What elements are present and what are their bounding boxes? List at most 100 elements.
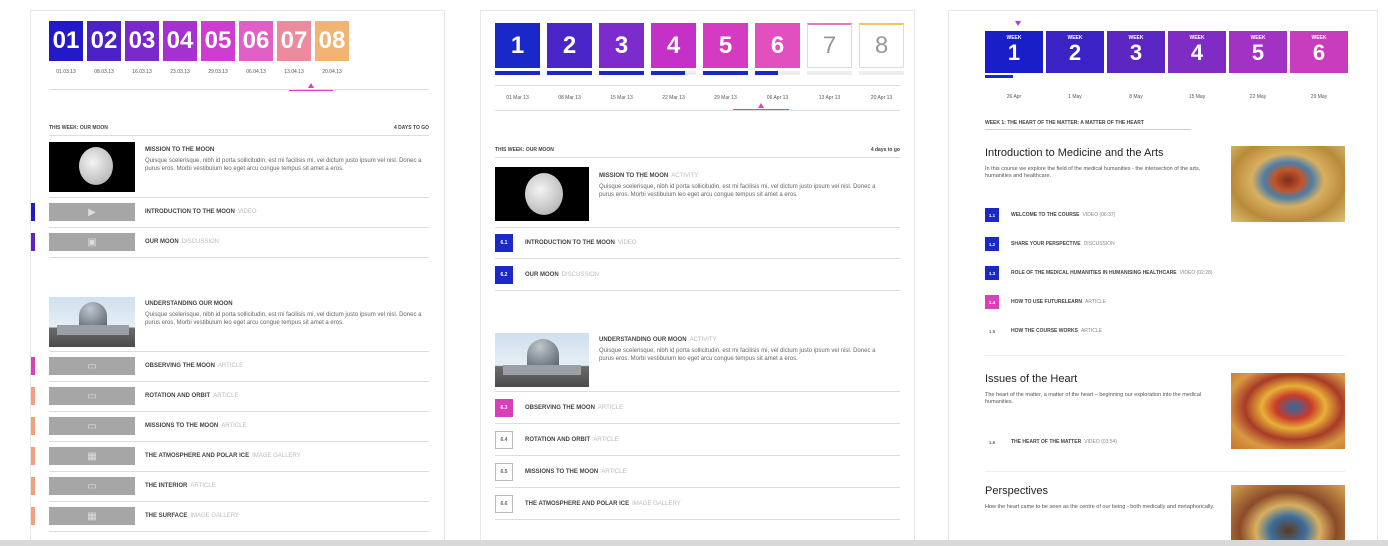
week-date: 26 Apr	[1006, 94, 1022, 100]
lesson-row[interactable]: 6.4 ROTATION AND ORBIT ARTICLE	[495, 431, 900, 449]
lesson-label[interactable]: OBSERVING THE MOON ARTICLE	[525, 405, 623, 411]
lesson-title: MISSIONS TO THE MOON	[525, 469, 599, 475]
lesson-label[interactable]: ROTATION AND ORBIT ARTICLE	[145, 393, 238, 399]
lesson-row[interactable]: 1.2 SHARE YOUR PERSPECTIVE DISCUSSION	[985, 237, 1315, 251]
divider	[49, 257, 429, 258]
lesson-label[interactable]: MISSIONS TO THE MOON ARTICLE	[525, 469, 626, 475]
lesson-row[interactable]: 1.4 HOW TO USE FUTURELEARN ARTICLE	[985, 295, 1315, 309]
lesson-label[interactable]: ROTATION AND ORBIT ARTICLE	[525, 437, 618, 443]
lesson-row[interactable]: ▦ THE ATMOSPHERE AND POLAR ICE IMAGE GALLE…	[31, 447, 444, 465]
lesson-label[interactable]: THE HEART OF THE MATTER VIDEO (03:54)	[1011, 439, 1117, 445]
lesson-type: IMAGE GALLERY	[252, 453, 301, 459]
divider	[495, 85, 900, 86]
section-title[interactable]: Introduction to Medicine and the Arts	[985, 147, 1164, 159]
lesson-label[interactable]: WELCOME TO THE COURSE VIDEO (06:37)	[1011, 212, 1115, 218]
lesson-label[interactable]: HOW THE COURSE WORKS ARTICLE	[1011, 328, 1102, 334]
moon-thumbnail[interactable]	[49, 142, 135, 192]
step-number-badge: 1.1	[985, 208, 999, 222]
week-tab[interactable]: WEEK 3	[1107, 31, 1165, 73]
activity-title[interactable]: UNDERSTANDING OUR MOON	[145, 301, 233, 307]
lesson-row[interactable]: ▶ INTRODUCTION TO THE MOON VIDEO	[31, 203, 444, 221]
status-indicator	[31, 233, 35, 251]
step-icon: ▦	[49, 507, 135, 525]
lesson-type: VIDEO (02:28)	[1179, 270, 1213, 276]
lesson-row[interactable]: ▭ MISSIONS TO THE MOON ARTICLE	[31, 417, 444, 435]
lesson-label[interactable]: THE INTERIOR ARTICLE	[145, 483, 216, 489]
week-title: THIS WEEK: OUR MOON	[495, 147, 554, 153]
lesson-label[interactable]: OUR MOON DISCUSSION	[525, 272, 599, 278]
divider	[495, 157, 900, 158]
observatory-thumbnail[interactable]	[495, 333, 589, 387]
lesson-title: INTRODUCTION TO THE MOON	[145, 209, 235, 215]
week-date: 1 May	[1068, 94, 1082, 100]
lesson-label[interactable]: THE SURFACE IMAGE GALLERY	[145, 513, 239, 519]
lesson-row[interactable]: 1.1 WELCOME TO THE COURSE VIDEO (06:37)	[985, 208, 1315, 222]
lesson-type: ARTICLE	[597, 405, 624, 411]
week-tab[interactable]: 6	[755, 23, 800, 68]
activity-title[interactable]: MISSION TO THE MOON ACTIVITY	[599, 173, 698, 179]
lesson-type: VIDEO	[617, 240, 637, 246]
lesson-label[interactable]: THE ATMOSPHERE AND POLAR ICE IMAGE GALLER…	[525, 501, 681, 507]
lesson-label[interactable]: SHARE YOUR PERSPECTIVE DISCUSSION	[1011, 241, 1115, 247]
lesson-row[interactable]: 6.2 OUR MOON DISCUSSION	[495, 266, 900, 284]
step-number-badge: 1.3	[985, 266, 999, 280]
week-tab[interactable]: 4	[651, 23, 696, 68]
lesson-row[interactable]: ▭ ROTATION AND ORBIT ARTICLE	[31, 387, 444, 405]
week-tab[interactable]: 04	[163, 21, 197, 61]
horizontal-scrollbar[interactable]	[0, 540, 1388, 546]
lesson-label[interactable]: MISSIONS TO THE MOON ARTICLE	[145, 423, 246, 429]
lesson-row[interactable]: 6.1 INTRODUCTION TO THE MOON VIDEO	[495, 234, 900, 252]
week-tab[interactable]: WEEK 2	[1046, 31, 1104, 73]
week-tab[interactable]: 03	[125, 21, 159, 61]
lesson-row[interactable]: 1.5 HOW THE COURSE WORKS ARTICLE	[985, 324, 1315, 338]
moon-thumbnail[interactable]	[495, 167, 589, 221]
week-number: 5	[1251, 40, 1265, 65]
lesson-row[interactable]: ▭ OBSERVING THE MOON ARTICLE	[31, 357, 444, 375]
week-tab[interactable]: 2	[547, 23, 592, 68]
lesson-row[interactable]: ▦ THE SURFACE IMAGE GALLERY	[31, 507, 444, 525]
activity-title[interactable]: MISSION TO THE MOON	[145, 147, 214, 153]
week-date: 16.03.13	[132, 69, 152, 75]
lesson-type: VIDEO (06:37)	[1082, 212, 1116, 218]
week-tab[interactable]: 1	[495, 23, 540, 68]
lesson-row[interactable]: ▭ THE INTERIOR ARTICLE	[31, 477, 444, 495]
week-tab[interactable]: 08	[315, 21, 349, 61]
section-title[interactable]: Perspectives	[985, 485, 1048, 497]
week-tab[interactable]: WEEK 1	[985, 31, 1043, 73]
week-tab[interactable]: WEEK 5	[1229, 31, 1287, 73]
lesson-label[interactable]: OBSERVING THE MOON ARTICLE	[145, 363, 243, 369]
week-tab[interactable]: 02	[87, 21, 121, 61]
observatory-thumbnail[interactable]	[49, 297, 135, 347]
lesson-row[interactable]: 6.3 OBSERVING THE MOON ARTICLE	[495, 399, 900, 417]
lesson-label[interactable]: INTRODUCTION TO THE MOON VIDEO	[145, 209, 257, 215]
lesson-label[interactable]: HOW TO USE FUTURELEARN ARTICLE	[1011, 299, 1106, 305]
week-tab[interactable]: WEEK 4	[1168, 31, 1226, 73]
lesson-label[interactable]: INTRODUCTION TO THE MOON VIDEO	[525, 240, 637, 246]
week-tab[interactable]: 5	[703, 23, 748, 68]
week-number-bar: 1 2 3 4 5 6 7 8	[495, 23, 904, 68]
week-tab[interactable]: 06	[239, 21, 273, 61]
week-tab[interactable]: 05	[201, 21, 235, 61]
divider	[49, 351, 429, 352]
lesson-row[interactable]: ▣ OUR MOON DISCUSSION	[31, 233, 444, 251]
lesson-label[interactable]: OUR MOON DISCUSSION	[145, 239, 219, 245]
week-tab[interactable]: WEEK 6	[1290, 31, 1348, 73]
week-tab[interactable]: 3	[599, 23, 644, 68]
lesson-title: OBSERVING THE MOON	[145, 363, 215, 369]
lesson-row[interactable]: 1.3 ROLE OF THE MEDICAL HUMANITIES IN HUM…	[985, 266, 1315, 280]
activity-title[interactable]: UNDERSTANDING OUR MOON ACTIVITY	[599, 337, 717, 343]
week-tab[interactable]: 8	[859, 23, 904, 68]
lesson-type: IMAGE GALLERY	[190, 513, 239, 519]
lesson-label[interactable]: ROLE OF THE MEDICAL HUMANITIES IN HUMANI…	[1011, 270, 1212, 276]
lesson-row[interactable]: 6.5 MISSIONS TO THE MOON ARTICLE	[495, 463, 900, 481]
lesson-type: DISCUSSION	[181, 239, 220, 245]
lesson-label[interactable]: THE ATMOSPHERE AND POLAR ICE IMAGE GALLER…	[145, 453, 301, 459]
section-title[interactable]: Issues of the Heart	[985, 373, 1077, 385]
lesson-row[interactable]: 6.6 THE ATMOSPHERE AND POLAR ICE IMAGE GAL…	[495, 495, 900, 513]
week-tab[interactable]: 07	[277, 21, 311, 61]
week-tab[interactable]: 7	[807, 23, 852, 68]
week-tab[interactable]: 01	[49, 21, 83, 61]
lesson-title: OUR MOON	[525, 272, 559, 278]
lesson-row[interactable]: 1.6 THE HEART OF THE MATTER VIDEO (03:54)	[985, 435, 1315, 449]
step-number-badge: 1.4	[985, 295, 999, 309]
